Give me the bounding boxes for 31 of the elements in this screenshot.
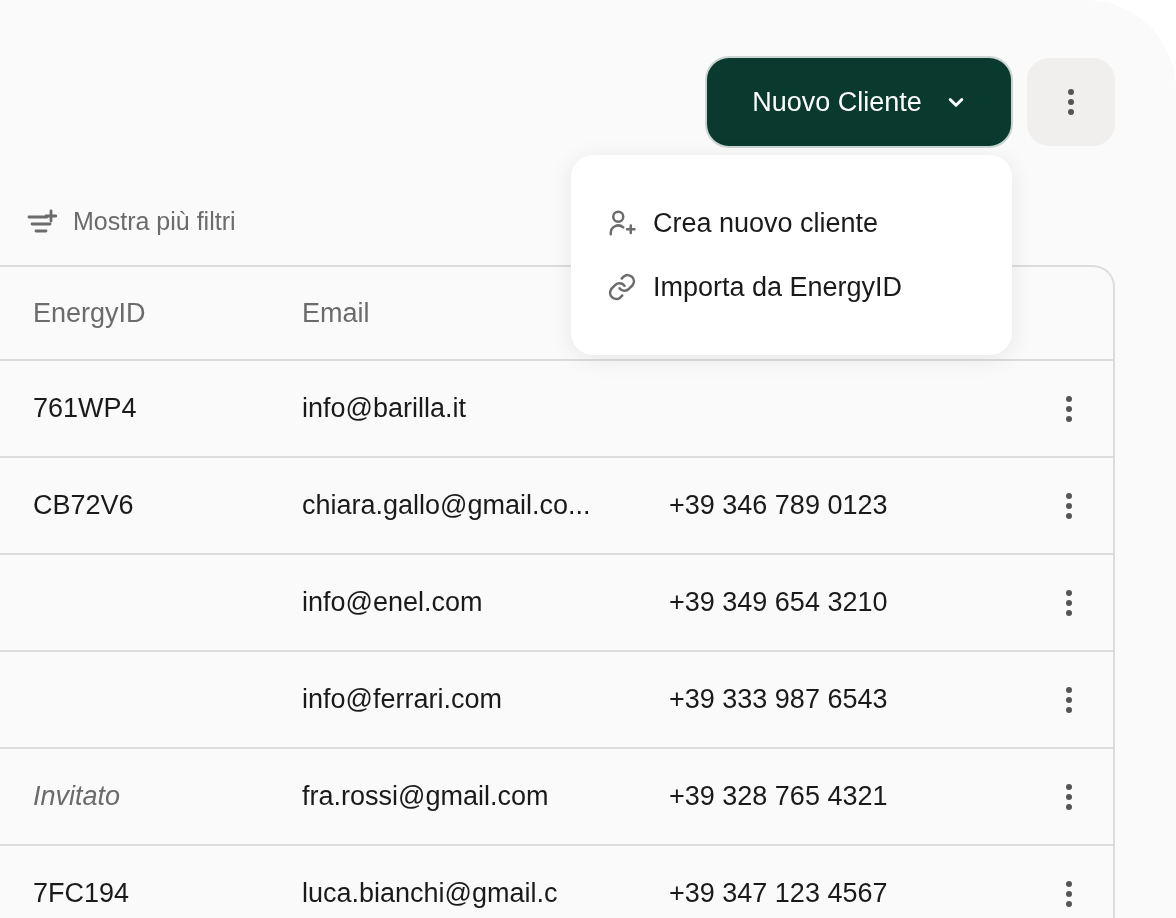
table-cell: +39 349 654 3210 bbox=[669, 587, 888, 618]
column-header: EnergyID bbox=[33, 296, 147, 330]
more-icon bbox=[1065, 491, 1073, 520]
link-icon bbox=[607, 272, 637, 302]
new-client-button[interactable]: Nuovo Cliente bbox=[707, 58, 1011, 146]
user-plus-icon bbox=[607, 208, 637, 238]
more-icon bbox=[1065, 879, 1073, 908]
table-cell: luca.bianchi@gmail.c bbox=[302, 878, 558, 909]
show-filters-link[interactable]: Mostra più filtri bbox=[73, 203, 236, 241]
more-icon bbox=[1065, 394, 1073, 423]
table-cell: info@enel.com bbox=[302, 587, 483, 618]
table-cell: +39 333 987 6543 bbox=[669, 684, 888, 715]
table-cell: 761WP4 bbox=[33, 393, 137, 424]
table-cell: +39 346 789 0123 bbox=[669, 490, 888, 521]
table-cell: chiara.gallo@gmail.co... bbox=[302, 490, 591, 521]
menu-item[interactable]: Importa da EnergyID bbox=[607, 264, 976, 310]
table-cell: info@barilla.it bbox=[302, 393, 466, 424]
more-icon bbox=[1065, 685, 1073, 714]
more-icon bbox=[1065, 782, 1073, 811]
filter-add-icon bbox=[27, 209, 57, 235]
table-cell: info@ferrari.com bbox=[302, 684, 502, 715]
table-cell: +39 347 123 4567 bbox=[669, 878, 888, 909]
menu-item[interactable]: Crea nuovo cliente bbox=[607, 200, 976, 246]
column-header: Email bbox=[302, 296, 370, 330]
status-text: Invitato bbox=[33, 781, 121, 812]
table-cell: +39 328 765 4321 bbox=[669, 781, 888, 812]
more-icon bbox=[1067, 88, 1075, 116]
table-cell: CB72V6 bbox=[33, 490, 134, 521]
table-cell: 7FC194 bbox=[33, 878, 130, 909]
table-cell: fra.rossi@gmail.com bbox=[302, 781, 549, 812]
more-icon bbox=[1065, 588, 1073, 617]
